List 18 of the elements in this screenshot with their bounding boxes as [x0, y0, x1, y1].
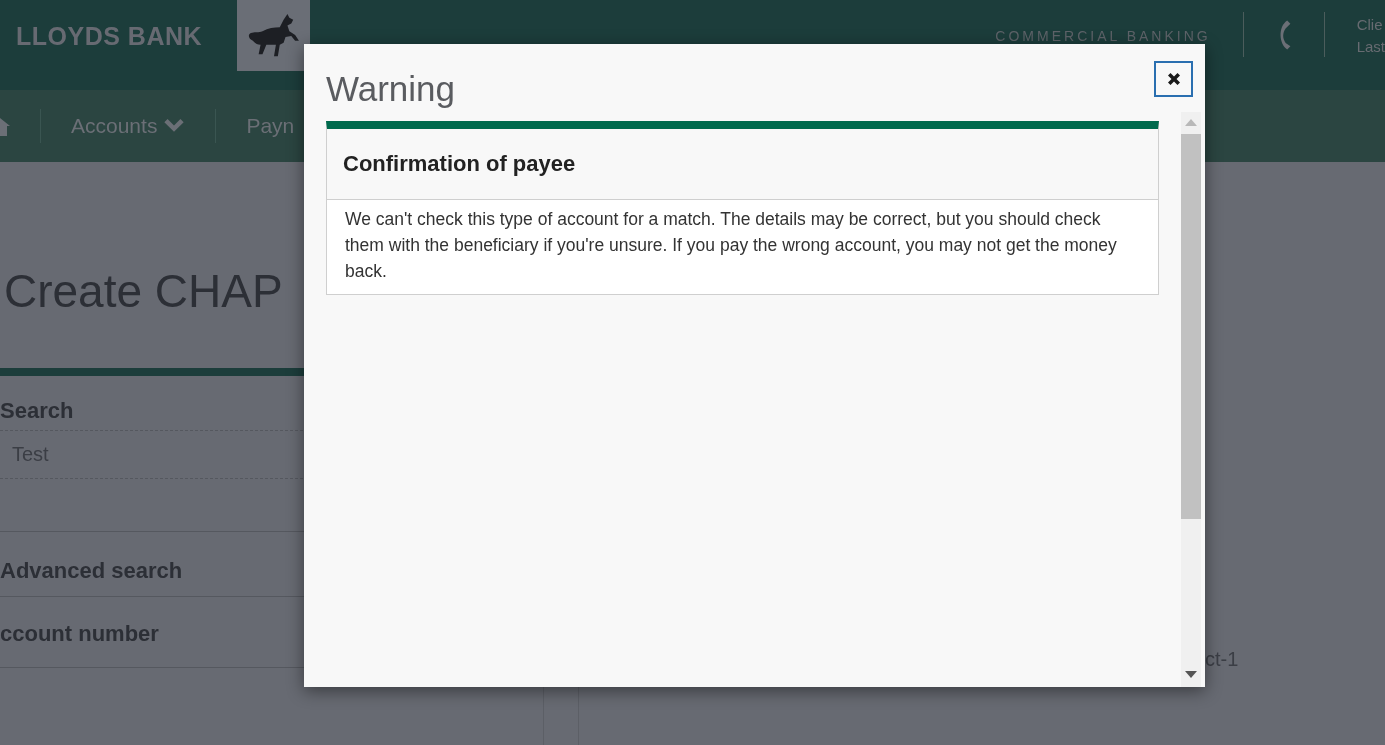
scrollbar-thumb[interactable]	[1181, 134, 1201, 519]
nav-link[interactable]: Payn	[246, 114, 295, 138]
scroll-up-icon[interactable]	[1185, 118, 1197, 126]
page-title: Create CHAP	[4, 264, 283, 319]
dialog-title: Warning	[326, 68, 456, 110]
panel-heading: Confirmation of payee	[343, 151, 576, 176]
client-info-text: Last	[1356, 37, 1385, 57]
panel-message: We can't check this type of account for a match. The details may be correct, but you should check them with the beneficiary if you're unsure. If you pay the wrong account, you may not get the money back.	[344, 208, 1118, 283]
close-button[interactable]	[1154, 61, 1193, 97]
nav-link[interactable]: Accounts	[71, 114, 186, 138]
brand-name: LLOYDS BANK	[16, 22, 204, 51]
close-icon	[1166, 72, 1181, 86]
client-info-text: Clie	[1356, 15, 1384, 35]
chevron-icon	[163, 118, 186, 134]
scroll-down-icon[interactable]	[1185, 671, 1197, 679]
home-icon[interactable]	[0, 116, 10, 136]
division-label: COMMERCIAL BANKING	[995, 28, 1211, 44]
scrollbar[interactable]	[1181, 112, 1201, 687]
